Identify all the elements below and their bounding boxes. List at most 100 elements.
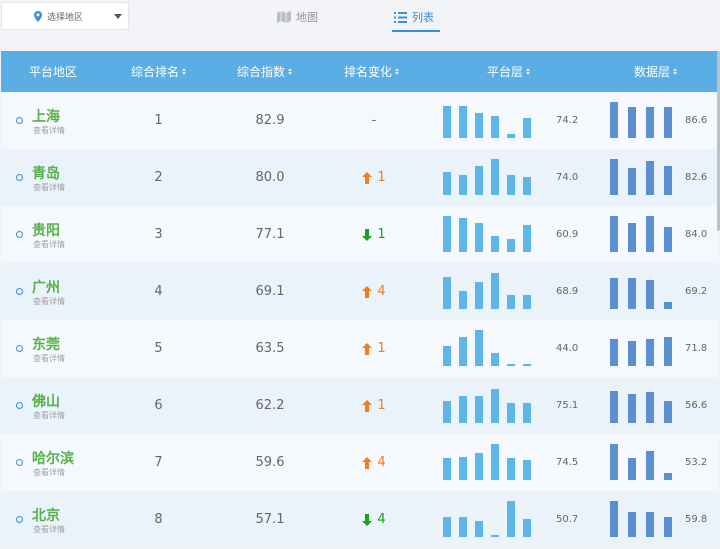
city-name[interactable]: 北京 <box>32 505 60 525</box>
data-layer-bar <box>664 337 672 366</box>
data-layer-bar <box>628 512 636 537</box>
table-row[interactable]: 上海 查看详情 1 82.9 - 74.2 86.6 <box>1 92 719 149</box>
map-icon <box>277 11 291 23</box>
view-details-link[interactable]: 查看详情 <box>33 467 65 478</box>
table-row[interactable]: 哈尔滨 查看详情 7 59.6 4 74.5 53.2 <box>1 434 719 491</box>
city-name[interactable]: 上海 <box>32 106 60 126</box>
row-bullet-icon <box>16 402 23 409</box>
table-row[interactable]: 北京 查看详情 8 57.1 4 50.7 59.8 <box>1 491 719 548</box>
rank-change-value: 1 <box>377 227 386 242</box>
rank-change: 4 <box>344 263 404 320</box>
data-layer-bar <box>646 280 654 309</box>
view-details-link[interactable]: 查看详情 <box>33 125 65 136</box>
view-details-link[interactable]: 查看详情 <box>33 410 65 421</box>
platform-layer-bar <box>459 291 467 309</box>
arrow-up-icon <box>362 285 373 298</box>
overall-score: 62.2 <box>255 398 285 413</box>
column-header-rank-change[interactable]: 排名变化 <box>344 51 400 92</box>
platform-layer-bar <box>443 401 451 423</box>
platform-layer-bar <box>491 444 499 480</box>
column-header-rank[interactable]: 综合排名 <box>131 51 187 92</box>
toolbar: 选择地区 地图 列表 <box>0 0 720 40</box>
column-header-data-layer[interactable]: 数据层 <box>634 51 678 92</box>
table-row[interactable]: 贵阳 查看详情 3 77.1 1 60.9 84.0 <box>1 206 719 263</box>
city-name[interactable]: 贵阳 <box>32 220 60 240</box>
city-name[interactable]: 哈尔滨 <box>32 448 74 468</box>
sort-icon <box>395 68 400 75</box>
row-bullet-icon <box>16 288 23 295</box>
overall-rank: 7 <box>154 455 163 470</box>
platform-layer-value: 75.1 <box>556 400 579 411</box>
overall-score: 77.1 <box>255 227 285 242</box>
platform-layer-bar <box>523 364 531 366</box>
city-name[interactable]: 青岛 <box>32 163 60 183</box>
row-bullet-icon <box>16 516 23 523</box>
table-row[interactable]: 东莞 查看详情 5 63.5 1 44.0 71.8 <box>1 320 719 377</box>
rank-change-value: 1 <box>377 398 386 413</box>
platform-layer-bar <box>459 175 467 195</box>
city-name[interactable]: 东莞 <box>32 334 60 354</box>
platform-layer-bar <box>475 113 483 138</box>
platform-layer-value: 74.0 <box>556 172 579 183</box>
column-header-platform-layer[interactable]: 平台层 <box>487 51 531 92</box>
platform-layer-bar <box>475 223 483 252</box>
rank-change: 1 <box>344 377 404 434</box>
platform-layer-bar <box>523 225 531 252</box>
arrow-up-icon <box>362 342 373 355</box>
view-details-link[interactable]: 查看详情 <box>33 524 65 535</box>
table-row[interactable]: 佛山 查看详情 6 62.2 1 75.1 56.6 <box>1 377 719 434</box>
platform-layer-bar <box>443 172 451 195</box>
data-layer-bar <box>646 161 654 195</box>
data-layer-value: 84.0 <box>685 229 708 240</box>
city-name[interactable]: 佛山 <box>32 391 60 411</box>
overall-rank: 4 <box>154 284 163 299</box>
view-details-link[interactable]: 查看详情 <box>33 353 65 364</box>
data-layer-bar <box>628 394 636 423</box>
platform-layer-bar <box>507 403 515 423</box>
platform-layer-bar <box>475 330 483 366</box>
table-row[interactable]: 青岛 查看详情 2 80.0 1 74.0 82.6 <box>1 149 719 206</box>
data-layer-bar <box>664 107 672 138</box>
table-row[interactable]: 广州 查看详情 4 69.1 4 68.9 69.2 <box>1 263 719 320</box>
location-pin-icon <box>34 11 42 22</box>
view-details-link[interactable]: 查看详情 <box>33 296 65 307</box>
arrow-up-icon <box>362 171 373 184</box>
sort-icon <box>288 68 293 75</box>
data-layer-bar <box>646 339 654 366</box>
platform-layer-bar <box>459 337 467 366</box>
overall-score: 57.1 <box>255 512 285 527</box>
region-select[interactable]: 选择地区 <box>1 2 129 30</box>
tab-map[interactable]: 地图 <box>277 6 318 28</box>
data-layer-bar <box>664 517 672 537</box>
data-layer-bar <box>664 401 672 423</box>
sort-icon <box>526 68 531 75</box>
row-bullet-icon <box>16 345 23 352</box>
platform-layer-bar <box>507 295 515 309</box>
platform-layer-bar <box>475 396 483 423</box>
view-details-link[interactable]: 查看详情 <box>33 239 65 250</box>
view-details-link[interactable]: 查看详情 <box>33 182 65 193</box>
data-layer-bar <box>610 391 618 423</box>
sort-icon <box>673 68 678 75</box>
data-layer-bar <box>610 102 618 138</box>
platform-layer-bar <box>443 346 451 366</box>
platform-layer-bar <box>443 106 451 138</box>
city-name[interactable]: 广州 <box>32 277 60 297</box>
column-header-score[interactable]: 综合指数 <box>237 51 293 92</box>
row-bullet-icon <box>16 174 23 181</box>
tab-map-label: 地图 <box>296 11 318 24</box>
tab-list-label: 列表 <box>412 11 434 24</box>
platform-layer-value: 68.9 <box>556 286 579 297</box>
overall-score: 69.1 <box>255 284 285 299</box>
platform-layer-bar <box>475 282 483 309</box>
data-layer-bar <box>628 278 636 309</box>
rank-change-value: 1 <box>377 341 386 356</box>
chevron-down-icon <box>114 14 122 19</box>
platform-layer-bar <box>443 458 451 480</box>
tab-list[interactable]: 列表 <box>392 6 440 32</box>
platform-layer-value: 74.2 <box>556 115 579 126</box>
data-layer-bar <box>628 341 636 366</box>
platform-layer-bar <box>507 239 515 252</box>
data-layer-bar <box>646 512 654 537</box>
platform-layer-bar <box>491 236 499 252</box>
